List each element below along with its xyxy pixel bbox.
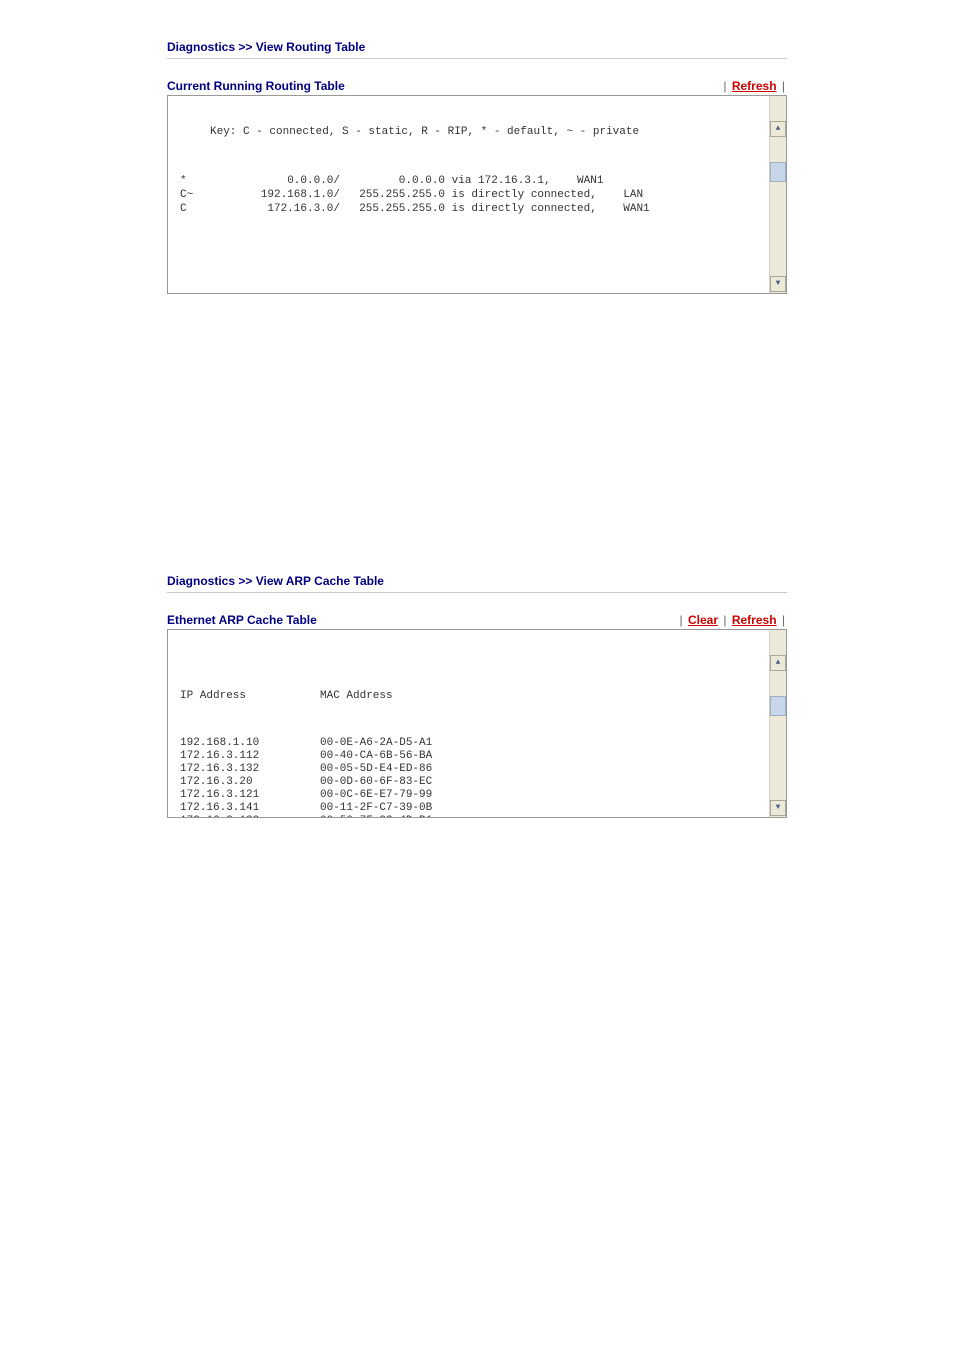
arp-mac: 00-05-5D-E4-ED-86: [320, 763, 774, 776]
arp-header-ip: IP Address: [180, 690, 320, 703]
routing-row: *0.0.0.0/ 0.0.0.0 via 172.16.3.1, WAN1: [180, 174, 774, 188]
scroll-thumb[interactable]: [770, 696, 786, 716]
arp-row: 172.16.3.14100-11-2F-C7-39-0B: [180, 802, 774, 815]
arp-row: 172.16.3.11200-40-CA-6B-56-BA: [180, 750, 774, 763]
arp-mac: 00-0C-6E-E7-79-99: [320, 789, 774, 802]
arp-title: Ethernet ARP Cache Table: [167, 613, 317, 627]
arp-mac: 00-40-CA-6B-56-BA: [320, 750, 774, 763]
sep: |: [680, 613, 683, 627]
routing-flag: *: [180, 174, 230, 188]
sep: |: [782, 79, 785, 93]
arp-ip: 172.16.3.121: [180, 789, 320, 802]
section-arp-cache: Diagnostics >> View ARP Cache Table Ethe…: [167, 574, 787, 818]
routing-detail: 0.0.0.0 via 172.16.3.1, WAN1: [346, 174, 774, 188]
scroll-down-icon[interactable]: [770, 276, 786, 292]
section-routing-table: Diagnostics >> View Routing Table Curren…: [167, 40, 787, 294]
arp-mac: 00-0D-60-6F-83-EC: [320, 776, 774, 789]
scroll-thumb[interactable]: [770, 162, 786, 182]
routing-row: C~192.168.1.0/ 255.255.255.0 is directly…: [180, 188, 774, 202]
refresh-link[interactable]: Refresh: [732, 79, 777, 93]
arp-ip: 192.168.1.10: [180, 737, 320, 750]
arp-row: 172.16.3.12100-0C-6E-E7-79-99: [180, 789, 774, 802]
routing-detail: 255.255.255.0 is directly connected, WAN…: [346, 202, 774, 216]
routing-flag: C~: [180, 188, 230, 202]
refresh-link[interactable]: Refresh: [732, 613, 777, 627]
routing-title: Current Running Routing Table: [167, 79, 345, 93]
routing-network: 192.168.1.0/: [230, 188, 346, 202]
clear-link[interactable]: Clear: [688, 613, 718, 627]
routing-key-line: Key: C - connected, S - static, R - RIP,…: [180, 126, 774, 138]
scroll-down-icon[interactable]: [770, 800, 786, 816]
routing-network: 0.0.0.0/: [230, 174, 346, 188]
arp-header-bar: Ethernet ARP Cache Table | Clear | Refre…: [167, 613, 787, 627]
arp-output-box: IP Address MAC Address 192.168.1.1000-0E…: [167, 629, 787, 818]
arp-header-row: IP Address MAC Address: [180, 690, 774, 703]
arp-header-mac: MAC Address: [320, 690, 774, 703]
breadcrumb-routing: Diagnostics >> View Routing Table: [167, 40, 787, 59]
sep: |: [723, 613, 726, 627]
arp-mac: 00-50-7F-23-4D-B1: [320, 815, 774, 818]
arp-ip: 172.16.3.133: [180, 815, 320, 818]
arp-row: 172.16.3.13300-50-7F-23-4D-B1: [180, 815, 774, 818]
routing-network: 172.16.3.0/: [230, 202, 346, 216]
arp-mac: 00-11-2F-C7-39-0B: [320, 802, 774, 815]
routing-output-box: Key: C - connected, S - static, R - RIP,…: [167, 95, 787, 294]
sep: |: [723, 79, 726, 93]
arp-ip: 172.16.3.141: [180, 802, 320, 815]
sep: |: [782, 613, 785, 627]
scroll-up-icon[interactable]: [770, 655, 786, 671]
arp-actions: | Clear | Refresh |: [678, 613, 787, 627]
routing-row: C172.16.3.0/ 255.255.255.0 is directly c…: [180, 202, 774, 216]
arp-mac: 00-0E-A6-2A-D5-A1: [320, 737, 774, 750]
scroll-up-icon[interactable]: [770, 121, 786, 137]
routing-header-bar: Current Running Routing Table | Refresh …: [167, 79, 787, 93]
routing-actions: | Refresh |: [721, 79, 787, 93]
arp-ip: 172.16.3.20: [180, 776, 320, 789]
routing-detail: 255.255.255.0 is directly connected, LAN: [346, 188, 774, 202]
arp-ip: 172.16.3.112: [180, 750, 320, 763]
arp-ip: 172.16.3.132: [180, 763, 320, 776]
routing-flag: C: [180, 202, 230, 216]
arp-row: 172.16.3.2000-0D-60-6F-83-EC: [180, 776, 774, 789]
breadcrumb-arp: Diagnostics >> View ARP Cache Table: [167, 574, 787, 593]
arp-row: 192.168.1.1000-0E-A6-2A-D5-A1: [180, 737, 774, 750]
arp-row: 172.16.3.13200-05-5D-E4-ED-86: [180, 763, 774, 776]
scrollbar[interactable]: [769, 630, 786, 817]
scrollbar[interactable]: [769, 96, 786, 293]
